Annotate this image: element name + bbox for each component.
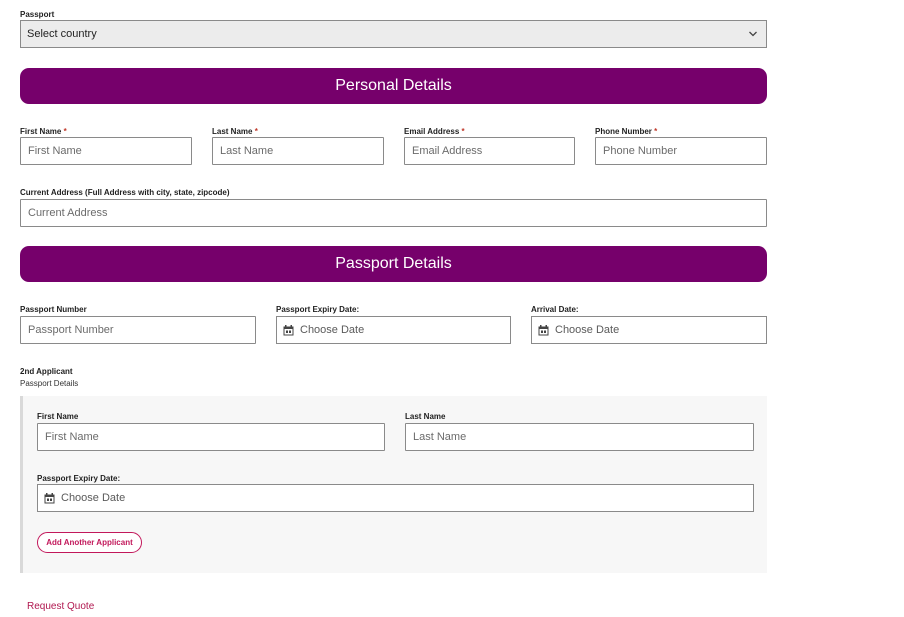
passport-expiry-date-picker[interactable]: Choose Date <box>276 316 511 344</box>
calendar-icon <box>283 324 294 335</box>
chevron-down-icon <box>749 31 757 37</box>
passport-country-select[interactable]: Select country <box>20 20 767 48</box>
phone-input[interactable] <box>596 138 766 164</box>
email-label: Email Address * <box>404 127 465 137</box>
calendar-icon <box>538 324 549 335</box>
phone-field[interactable] <box>595 137 767 165</box>
applicant-last-name-input[interactable] <box>406 424 753 450</box>
passport-label: Passport <box>20 10 55 19</box>
last-name-label: Last Name * <box>212 127 258 137</box>
request-quote-link[interactable]: Request Quote <box>27 601 94 612</box>
required-marker: * <box>63 127 67 136</box>
calendar-icon <box>44 492 55 503</box>
last-name-label-text: Last Name <box>212 127 253 136</box>
first-name-field[interactable] <box>20 137 192 165</box>
address-field[interactable] <box>20 199 767 227</box>
last-name-input[interactable] <box>213 138 383 164</box>
passport-select-value: Select country <box>27 28 97 40</box>
first-name-label: First Name * <box>20 127 67 137</box>
applicant-expiry-label: Passport Expiry Date: <box>37 474 121 483</box>
applicant-last-name-field[interactable] <box>405 423 754 451</box>
passport-expiry-label: Passport Expiry Date: <box>276 305 360 314</box>
address-label: Current Address (Full Address with city,… <box>20 188 230 197</box>
passport-details-heading: Passport Details <box>20 246 767 282</box>
applicant-first-name-label: First Name <box>37 412 79 421</box>
required-marker: * <box>654 127 658 136</box>
second-applicant-title: 2nd Applicant <box>20 367 73 376</box>
applicant-expiry-date-picker[interactable]: Choose Date <box>37 484 754 512</box>
first-name-label-text: First Name <box>20 127 62 136</box>
required-marker: * <box>461 127 465 136</box>
passport-number-input[interactable] <box>21 317 255 343</box>
address-input[interactable] <box>21 200 766 226</box>
phone-label: Phone Number * <box>595 127 657 137</box>
arrival-date-picker[interactable]: Choose Date <box>531 316 767 344</box>
applicant-first-name-input[interactable] <box>38 424 384 450</box>
arrival-date-label: Arrival Date: <box>531 305 579 314</box>
add-another-applicant-button[interactable]: Add Another Applicant <box>37 532 142 553</box>
applicant-expiry-placeholder: Choose Date <box>61 492 126 504</box>
applicant-last-name-label: Last Name <box>405 412 446 421</box>
last-name-field[interactable] <box>212 137 384 165</box>
personal-details-heading: Personal Details <box>20 68 767 104</box>
required-marker: * <box>254 127 258 136</box>
email-label-text: Email Address <box>404 127 460 136</box>
first-name-input[interactable] <box>21 138 191 164</box>
email-field[interactable] <box>404 137 575 165</box>
passport-number-field[interactable] <box>20 316 256 344</box>
second-applicant-subtitle: Passport Details <box>20 379 79 388</box>
phone-label-text: Phone Number <box>595 127 652 136</box>
arrival-date-placeholder: Choose Date <box>555 324 620 336</box>
applicant-first-name-field[interactable] <box>37 423 385 451</box>
email-input[interactable] <box>405 138 574 164</box>
passport-expiry-placeholder: Choose Date <box>300 324 365 336</box>
passport-number-label: Passport Number <box>20 305 87 314</box>
